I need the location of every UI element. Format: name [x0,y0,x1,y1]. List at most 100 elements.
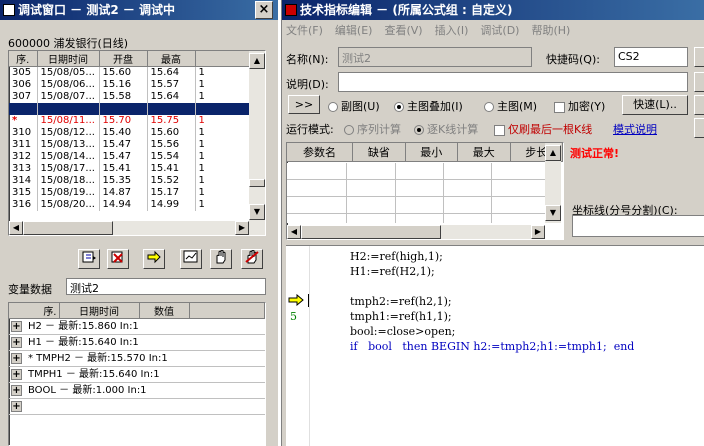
tree-row[interactable]: + H1 － 最新:15.640 In:1 [9,335,265,351]
menu-view[interactable]: 查看(V) [384,24,422,37]
code-line-6[interactable]: bool:=close>open; [350,325,455,338]
code-line-1[interactable]: H2:=ref(high,1); [350,250,443,263]
table-row[interactable]: 314 15/08/18... 15.35 15.52 1 [9,174,265,187]
table-row[interactable]: 315 15/08/19... 14.87 15.17 1 [9,186,265,199]
tree-row[interactable]: + BOOL － 最新:1.000 In:1 [9,383,265,399]
encrypt-checkbox[interactable]: 加密(Y) [554,98,605,114]
col-header-index[interactable]: 序. [9,51,38,67]
editor-titlebar[interactable]: 技术指标编辑 － (所属公式组 : 自定义) [282,0,704,20]
menu-insert[interactable]: 插入(I) [435,24,469,37]
menu-edit[interactable]: 编辑(E) [335,24,373,37]
menu-debug[interactable]: 调试(D) [480,24,519,37]
table-vscrollbar[interactable]: ▲ ▼ [249,51,265,221]
close-icon[interactable]: × [255,1,273,19]
var-header-table: 序. 日期时间 数值 [9,303,265,319]
param-table[interactable]: 参数名 缺省 最小 最大 步长 ▲ ▼ ◀ ▶ [286,142,564,240]
table-row[interactable] [9,102,265,115]
col-header-high[interactable]: 最高 [147,51,196,67]
var-data-field[interactable]: 测试2 [66,278,266,295]
table-cell: * [9,114,38,127]
bar-data-table[interactable]: 序. 日期时间 开盘 最高 305 15/08/05... 15.60 15.64 1 3… [8,50,266,236]
run-seq-radio[interactable]: 序列计算 [344,121,401,137]
only-last-checkbox[interactable]: 仅刷最后一根K线 [494,121,592,137]
table-row[interactable]: 310 15/08/12... 15.40 15.60 1 [9,126,265,139]
radio-sub-chart-label: 副图(U) [341,100,380,113]
param-col-default[interactable]: 缺省 [352,143,406,162]
scroll-down-icon[interactable]: ▼ [249,204,265,220]
expand-plus-icon[interactable]: + [11,320,22,332]
desc-field[interactable] [338,72,688,92]
tree-row[interactable]: + TMPH1 － 最新:15.640 In:1 [9,367,265,383]
stop-debug-button[interactable] [107,249,129,269]
code-line-4[interactable]: tmph2:=ref(h2,1); [350,295,452,308]
param-scroll-right-icon[interactable]: ▶ [531,225,545,239]
tree-row-label: * TMPH2 － 最新:15.570 In:1 [28,353,168,364]
side-button-4[interactable] [694,118,704,138]
var-tree[interactable]: 序. 日期时间 数值 + H2 － 最新:15.860 In:1 + H1 － 最新:… [8,302,266,446]
fast-button[interactable]: 快速(L).. [622,95,688,115]
shortcut-field[interactable]: CS2 [614,47,688,67]
code-line-5[interactable]: tmph1:=ref(h1,1); [350,310,452,323]
table-row[interactable]: * 15/08/11... 15.70 15.75 1 [9,114,265,127]
hscroll-thumb[interactable] [23,221,113,235]
code-line-7[interactable]: if bool then BEGIN h2:=tmph2;h1:=tmph1; … [350,340,634,353]
table-row[interactable]: 307 15/08/07... 15.58 15.64 1 [9,90,265,103]
tree-row[interactable]: + * TMPH2 － 最新:15.570 In:1 [9,351,265,367]
scroll-up-icon[interactable]: ▲ [249,53,265,69]
param-scroll-up-icon[interactable]: ▲ [545,145,561,161]
param-hscrollbar[interactable]: ◀ ▶ [287,225,545,239]
radio-main-overlay[interactable]: 主图叠加(I) [394,98,463,114]
expand-button[interactable]: >> [288,95,320,114]
step-into-button[interactable] [78,249,100,269]
scroll-right-icon[interactable]: ▶ [235,221,249,235]
table-hscrollbar[interactable]: ◀ ▶ [9,221,265,235]
param-col-max[interactable]: 最大 [457,143,511,162]
code-editor[interactable]: 5 H2:=ref(high,1); H1:=ref(H2,1); tmph2:… [286,245,704,446]
chart-view-button[interactable] [180,249,202,269]
expand-plus-icon[interactable]: + [11,368,22,380]
table-row[interactable]: 316 15/08/20... 14.94 14.99 1 [9,198,265,211]
run-bar-radio[interactable]: 逐K线计算 [414,121,478,137]
scroll-left-icon[interactable]: ◀ [9,221,23,235]
coord-field[interactable] [572,215,704,237]
side-button-2[interactable] [694,72,704,92]
col-header-datetime[interactable]: 日期时间 [37,51,100,67]
var-col-datetime[interactable]: 日期时间 [59,303,140,319]
mode-help-link[interactable]: 模式说明 [613,121,657,137]
table-row[interactable]: 313 15/08/17... 15.41 15.41 1 [9,162,265,175]
table-cell: 310 [9,126,38,139]
radio-sub-chart[interactable]: 副图(U) [328,98,380,114]
param-vscrollbar[interactable]: ▲ ▼ [545,143,561,223]
param-scroll-left-icon[interactable]: ◀ [287,225,301,239]
side-button-3[interactable] [694,95,704,115]
hand-button[interactable] [210,249,232,269]
debug-window-titlebar[interactable]: 调试窗口 － 测试2 － 调试中 [0,0,278,20]
expand-plus-icon[interactable]: + [11,352,22,364]
param-col-name[interactable]: 参数名 [287,143,354,162]
col-header-open[interactable]: 开盘 [99,51,148,67]
var-col-value[interactable]: 数值 [139,303,190,319]
var-col-index[interactable]: 序. [9,303,60,319]
menu-help[interactable]: 帮助(H) [531,24,570,37]
code-line-2[interactable]: H1:=ref(H2,1); [350,265,435,278]
expand-plus-icon[interactable]: + [11,400,22,412]
param-col-min[interactable]: 最小 [405,143,459,162]
hand-stop-button[interactable] [241,249,263,269]
expand-plus-icon[interactable]: + [11,336,22,348]
scroll-thumb[interactable] [249,179,265,187]
menu-file[interactable]: 文件(F) [286,24,323,37]
table-row[interactable]: 306 15/08/06... 15.16 15.57 1 [9,78,265,91]
table-row[interactable]: 305 15/08/05... 15.60 15.64 1 [9,66,265,79]
tree-row[interactable]: + H2 － 最新:15.860 In:1 [9,319,265,335]
expand-plus-icon[interactable]: + [11,384,22,396]
param-scroll-down-icon[interactable]: ▼ [545,205,561,221]
tree-row[interactable]: + [9,399,265,415]
table-row[interactable]: 311 15/08/13... 15.47 15.56 1 [9,138,265,151]
param-hscroll-thumb[interactable] [301,225,441,239]
radio-main-chart[interactable]: 主图(M) [484,98,537,114]
run-to-button[interactable] [143,249,165,269]
table-row[interactable]: 312 15/08/14... 15.47 15.54 1 [9,150,265,163]
table-cell: 15/08/19... [37,186,100,199]
name-field[interactable]: 测试2 [338,47,532,67]
side-button-1[interactable] [694,47,704,67]
